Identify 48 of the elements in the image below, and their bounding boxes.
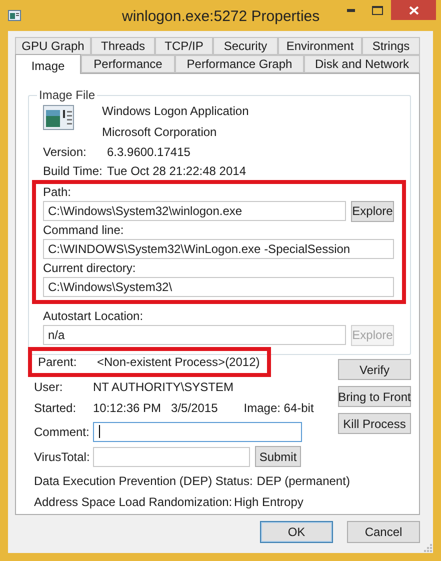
submit-button[interactable]: Submit [255,446,301,467]
field-label: Started: [34,400,78,417]
field-value: Tue Oct 28 21:22:48 2014 [107,162,246,180]
field-label: Command line: [43,222,125,238]
text-field[interactable]: n/a [43,325,346,345]
tab[interactable]: Performance [81,55,175,73]
tab[interactable]: GPU Graph [15,37,91,55]
explore-button: Explore [351,324,394,346]
field-label: Current directory: [43,260,137,276]
tab[interactable]: Environment [278,37,362,55]
tab[interactable]: Security [213,37,278,55]
field-value: <Non-existent Process>(2012) [97,354,260,371]
dialog-button[interactable]: Cancel [347,521,420,543]
field-label: Build Time: [43,162,104,180]
dialog-button[interactable]: OK [260,521,333,543]
group-title: Image File [38,87,96,104]
text-field[interactable]: C:\Windows\System32\winlogon.exe [43,201,346,221]
start-time: 10:12:36 PM [93,400,162,417]
field-label: User: [34,379,64,396]
field-value: High Entropy [234,494,304,511]
tab[interactable]: Performance Graph [175,55,304,73]
tab[interactable]: Image [15,54,81,74]
field-label: Comment: [34,424,90,440]
tab[interactable]: Disk and Network [304,55,420,73]
action-button[interactable]: Verify [338,359,411,380]
field-label: Parent: [38,354,78,371]
text-field[interactable]: C:\WINDOWS\System32\WinLogon.exe -SpecialSession [43,239,394,259]
tab[interactable]: Threads [91,37,155,55]
image-type: Image: 64-bit [244,400,314,417]
text-field[interactable]: C:\Windows\System32\ [43,277,394,297]
field-label: Version: [43,144,88,160]
field-label: Data Execution Prevention (DEP) Status: [34,473,253,490]
company-text: Microsoft Corporation [102,124,218,141]
field-value: DEP (permanent) [256,473,350,490]
explore-button[interactable]: Explore [351,200,394,222]
action-button[interactable]: Kill Process [338,413,411,434]
field-label: VirusTotal: [34,448,91,466]
field-label: Address Space Load Randomization: [34,494,234,511]
start-date: 3/5/2015 [171,400,218,417]
tab[interactable]: TCP/IP [155,37,213,55]
field-value: NT AUTHORITY\SYSTEM [93,379,234,396]
field-label: Path: [43,184,72,200]
tab[interactable]: Strings [362,37,420,55]
field-value: 6.3.9600.17415 [107,144,190,160]
field-label: Autostart Location: [43,308,144,324]
description-text: Windows Logon Application [102,103,249,120]
window-title: winlogon.exe:5272 Properties [122,7,320,27]
action-button[interactable]: Bring to Front [338,386,411,407]
